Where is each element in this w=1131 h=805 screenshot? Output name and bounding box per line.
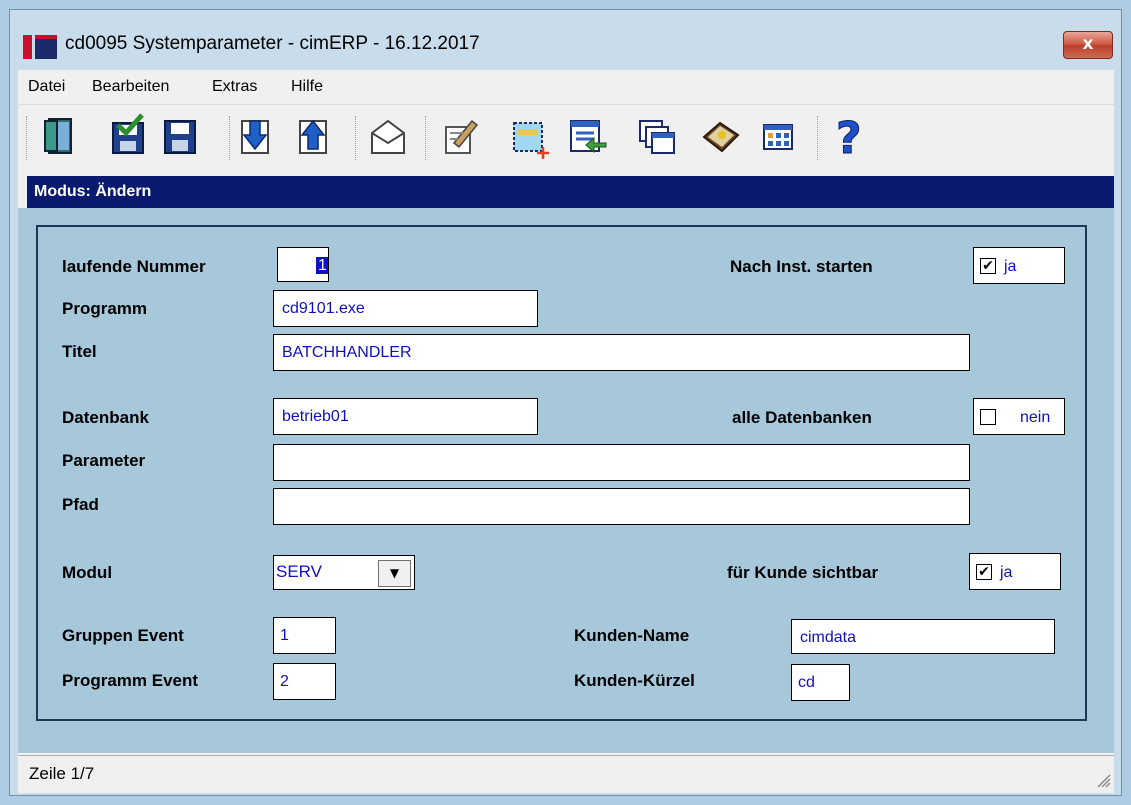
laufende-nummer-value: 1	[316, 257, 328, 274]
status-bar	[18, 755, 1114, 793]
mode-bar	[27, 176, 1114, 208]
pfad-field[interactable]	[273, 488, 970, 525]
arrow-down-icon[interactable]	[236, 113, 276, 159]
menu-bearbeiten[interactable]: Bearbeiten	[92, 78, 169, 96]
programm-event-label: Programm Event	[62, 671, 199, 690]
toolbar-separator	[229, 116, 233, 160]
kunden-kuerzel-label: Kunden-Kürzel	[574, 671, 695, 690]
programm-event-field[interactable]: 2	[273, 663, 336, 700]
nach-inst-starten-check-icon: ✔	[980, 258, 996, 274]
kunde-sichtbar-label: für Kunde sichtbar	[727, 563, 879, 582]
menu-extras[interactable]: Extras	[212, 78, 257, 96]
programm-field[interactable]: cd9101.exe	[273, 290, 538, 327]
pfad-label: Pfad	[62, 495, 99, 514]
save-check-icon[interactable]	[108, 113, 148, 159]
alle-datenbanken-text: nein	[1020, 409, 1051, 426]
toolbar-separator	[425, 116, 429, 160]
modul-label: Modul	[62, 563, 113, 582]
chevron-down-icon[interactable]: ▼	[378, 560, 411, 587]
datenbank-field[interactable]: betrieb01	[273, 398, 538, 435]
datenbank-label: Datenbank	[62, 408, 149, 427]
laufende-nummer-label: laufende Nummer	[62, 257, 206, 276]
programm-label: Programm	[62, 299, 148, 318]
toolbar-separator	[355, 116, 359, 160]
alle-datenbanken-box-icon	[980, 409, 996, 425]
new-record-icon[interactable]	[510, 113, 550, 159]
notepad-pencil-icon[interactable]	[440, 113, 480, 159]
windows-icon[interactable]	[636, 113, 676, 159]
arrow-up-icon[interactable]	[292, 113, 332, 159]
modul-select-value: SERV	[276, 562, 322, 581]
transfer-icon[interactable]	[568, 113, 608, 159]
application-window: cd0095 Systemparameter - cimERP - 16.12.…	[0, 0, 1131, 805]
nach-inst-starten-text: ja	[1004, 258, 1017, 275]
parameter-field[interactable]	[273, 444, 970, 481]
book-icon[interactable]	[700, 113, 740, 159]
status-text: Zeile 1/7	[29, 764, 95, 783]
kunde-sichtbar-check-icon: ✔	[976, 564, 992, 580]
svg-text:?: ?	[836, 113, 862, 159]
titel-label: Titel	[62, 342, 97, 361]
laufende-nummer-field[interactable]: 1	[277, 247, 329, 282]
save-icon[interactable]	[160, 113, 200, 159]
kunden-name-label: Kunden-Name	[574, 626, 690, 645]
menu-bar	[18, 70, 1114, 104]
close-button[interactable]: x	[1063, 31, 1113, 59]
envelope-icon[interactable]	[368, 113, 408, 159]
nach-inst-starten-label: Nach Inst. starten	[730, 257, 873, 276]
kunden-name-field[interactable]: cimdata	[791, 619, 1055, 654]
window-title: cd0095 Systemparameter - cimERP - 16.12.…	[65, 33, 480, 54]
alle-datenbanken-label: alle Datenbanken	[732, 408, 872, 427]
toolbar-separator	[817, 116, 821, 160]
menu-datei[interactable]: Datei	[28, 78, 65, 96]
titel-field[interactable]: BATCHHANDLER	[273, 334, 970, 371]
kunden-kuerzel-field[interactable]: cd	[791, 664, 850, 701]
mode-label: Modus: Ändern	[34, 183, 152, 200]
toolbar-separator	[26, 116, 30, 160]
grid-icon[interactable]	[758, 113, 798, 159]
gruppen-event-label: Gruppen Event	[62, 626, 184, 645]
gruppen-event-field[interactable]: 1	[273, 617, 336, 654]
app-logo-icon	[23, 35, 57, 59]
help-icon[interactable]: ?	[830, 113, 870, 159]
resize-grip-icon[interactable]	[1095, 772, 1111, 788]
menu-hilfe[interactable]: Hilfe	[291, 78, 323, 96]
kunde-sichtbar-text: ja	[1000, 564, 1013, 581]
parameter-label: Parameter	[62, 451, 146, 470]
exit-door-icon[interactable]	[38, 113, 78, 159]
